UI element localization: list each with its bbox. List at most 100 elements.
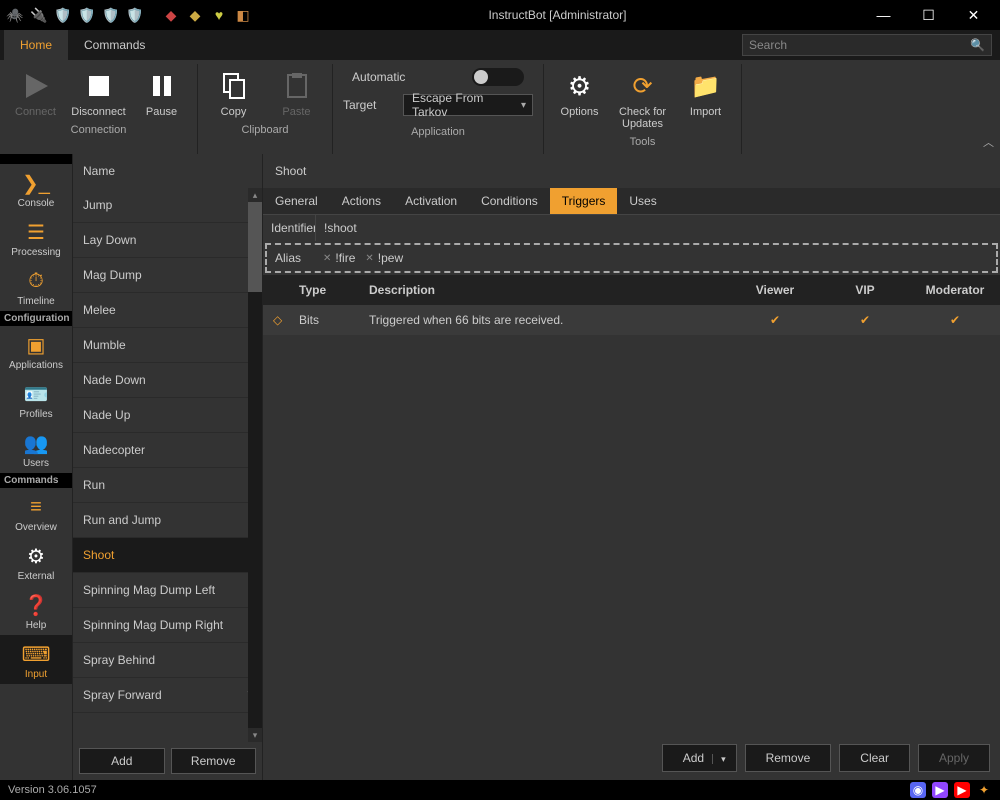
name-item[interactable]: Melee [73, 293, 262, 328]
sidebar-section-top [0, 154, 72, 164]
ribbon-group-connection: Connection [71, 124, 127, 136]
close-button[interactable]: ✕ [951, 0, 996, 30]
sidebar-item-input[interactable]: ⌨ Input [0, 635, 72, 684]
sidebar-item-users[interactable]: 👥 Users [0, 424, 72, 473]
alias-label: Alias [267, 245, 315, 271]
titlebar-app-icons: 🕷️ 🔌 🛡️ 🛡️ 🛡️ 🛡️ ◆ ◆ ♥ ◧ [4, 4, 254, 26]
sidebar-item-profiles[interactable]: 🪪 Profiles [0, 375, 72, 424]
th-description[interactable]: Description [359, 275, 730, 305]
name-item[interactable]: Mag Dump [73, 258, 262, 293]
check-updates-button[interactable]: ⟳ Check for Updates [615, 66, 670, 130]
name-item[interactable]: Mumble [73, 328, 262, 363]
detail-tab-actions[interactable]: Actions [330, 188, 393, 214]
detail-tab-triggers[interactable]: Triggers [550, 188, 618, 214]
options-button[interactable]: ⚙ Options [552, 66, 607, 130]
sidebar-item-overview[interactable]: ≡ Overview [0, 488, 72, 537]
name-item[interactable]: Spinning Mag Dump Right [73, 608, 262, 643]
badge-icon-4: ◧ [232, 4, 254, 26]
name-item[interactable]: Nade Up [73, 398, 262, 433]
processing-icon: ☰ [27, 219, 45, 245]
remove-alias-icon[interactable]: ✕ [365, 253, 373, 264]
scroll-down-icon[interactable]: ▾ [248, 728, 262, 742]
name-item[interactable]: Spray Forward [73, 678, 262, 713]
sidebar-item-console[interactable]: ❯_ Console [0, 164, 72, 213]
help-icon: ❓ [24, 592, 49, 618]
window-title: InstructBot [Administrator] [254, 8, 861, 22]
th-viewer[interactable]: Viewer [730, 275, 820, 305]
trigger-description: Triggered when 66 bits are received. [359, 305, 730, 335]
ribbon-group-clipboard: Clipboard [241, 124, 288, 136]
maximize-button[interactable]: ☐ [906, 0, 951, 30]
sidebar-item-external[interactable]: ⚙ External [0, 537, 72, 586]
alias-row: Alias ✕!fire ✕!pew [265, 243, 998, 273]
detail-apply-button[interactable]: Apply [918, 744, 990, 772]
name-item[interactable]: Run and Jump [73, 503, 262, 538]
app-icon: 🕷️ [4, 4, 26, 26]
shield-icon-4: 🛡️ [124, 4, 146, 26]
minimize-button[interactable]: — [861, 0, 906, 30]
users-icon: 👥 [24, 430, 49, 456]
detail-add-button[interactable]: Add▾ [662, 744, 737, 772]
name-item[interactable]: Spray Behind [73, 643, 262, 678]
name-add-button[interactable]: Add [79, 748, 165, 774]
name-item[interactable]: Nadecopter [73, 433, 262, 468]
status-icon[interactable]: ✦ [976, 782, 992, 798]
connect-button[interactable]: Connect [8, 66, 63, 118]
target-dropdown[interactable]: Escape From Tarkov [403, 94, 533, 116]
scroll-up-icon[interactable]: ▴ [248, 188, 262, 202]
automatic-toggle[interactable] [472, 68, 524, 86]
ribbon-group-application: Application [411, 126, 465, 138]
detail-tab-general[interactable]: General [263, 188, 330, 214]
console-icon: ❯_ [22, 170, 50, 196]
youtube-icon[interactable]: ▶ [954, 782, 970, 798]
badge-icon-3: ♥ [208, 4, 230, 26]
detail-tab-activation[interactable]: Activation [393, 188, 469, 214]
detail-remove-button[interactable]: Remove [745, 744, 832, 772]
detail-tab-uses[interactable]: Uses [617, 188, 668, 214]
sidebar-item-timeline[interactable]: ⏱ Timeline [0, 262, 72, 311]
identifier-input[interactable]: !shoot [315, 215, 1000, 241]
shield-icon-3: 🛡️ [100, 4, 122, 26]
name-remove-button[interactable]: Remove [171, 748, 257, 774]
paste-button[interactable]: Paste [269, 66, 324, 118]
th-moderator[interactable]: Moderator [910, 275, 1000, 305]
name-item[interactable]: Jump [73, 188, 262, 223]
detail-tab-conditions[interactable]: Conditions [469, 188, 550, 214]
name-scrollbar[interactable]: ▴ ▾ [248, 188, 262, 742]
name-item[interactable]: Spinning Mag Dump Left [73, 573, 262, 608]
search-input[interactable]: Search 🔍 [742, 34, 992, 56]
discord-icon[interactable]: ◉ [910, 782, 926, 798]
copy-button[interactable]: Copy [206, 66, 261, 118]
name-list-header: Name [73, 154, 262, 188]
external-icon: ⚙ [27, 543, 45, 569]
alias-tag[interactable]: ✕!pew [365, 251, 403, 265]
name-item[interactable]: Nade Down [73, 363, 262, 398]
name-item[interactable]: Run [73, 468, 262, 503]
tab-home[interactable]: Home [4, 30, 68, 60]
sidebar-item-help[interactable]: ❓ Help [0, 586, 72, 635]
ribbon-collapse-button[interactable]: ︿ [983, 134, 994, 150]
import-button[interactable]: 📁 Import [678, 66, 733, 130]
detail-clear-button[interactable]: Clear [839, 744, 910, 772]
twitch-icon[interactable]: ▶ [932, 782, 948, 798]
name-list: JumpLay DownMag DumpMeleeMumbleNade Down… [73, 188, 262, 742]
identifier-label: Identifier [263, 215, 315, 241]
disconnect-button[interactable]: Disconnect [71, 66, 126, 118]
alias-input[interactable]: ✕!fire ✕!pew [315, 247, 996, 269]
sidebar-item-processing[interactable]: ☰ Processing [0, 213, 72, 262]
tab-commands[interactable]: Commands [68, 30, 161, 60]
chevron-down-icon[interactable]: ▾ [712, 754, 726, 764]
name-item[interactable]: Shoot [73, 538, 262, 573]
th-vip[interactable]: VIP [820, 275, 910, 305]
th-type[interactable]: Type [289, 275, 359, 305]
name-item[interactable]: Lay Down [73, 223, 262, 258]
timeline-icon: ⏱ [28, 268, 44, 294]
pause-button[interactable]: Pause [134, 66, 189, 118]
alias-tag[interactable]: ✕!fire [323, 251, 355, 265]
remove-alias-icon[interactable]: ✕ [323, 253, 331, 264]
detail-title: Shoot [263, 154, 1000, 188]
sidebar: ❯_ Console ☰ Processing ⏱ Timeline Confi… [0, 154, 72, 780]
trigger-row[interactable]: ◇BitsTriggered when 66 bits are received… [263, 305, 1000, 335]
sidebar-item-applications[interactable]: ▣ Applications [0, 326, 72, 375]
sidebar-section-config: Configuration [0, 311, 72, 326]
